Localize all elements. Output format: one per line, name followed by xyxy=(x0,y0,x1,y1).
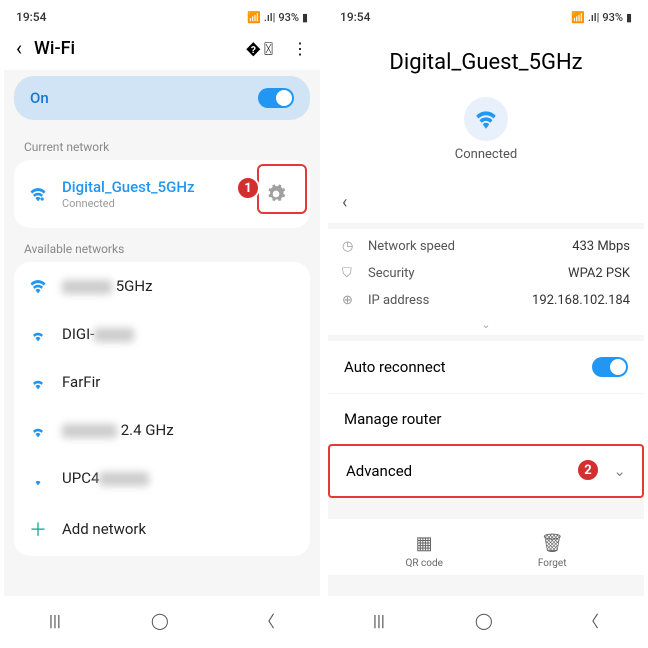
qr-scan-icon[interactable]: �⁠〿 xyxy=(246,38,276,59)
connection-block: Connected xyxy=(328,91,644,182)
current-net-name: Digital_Guest_5GHz xyxy=(62,178,242,196)
status-time: 19:54 xyxy=(16,10,46,24)
wifi-icon xyxy=(28,468,48,488)
speed-icon: ◷ xyxy=(342,239,358,254)
header: ‹ Wi-Fi �⁠〿 ⋮ xyxy=(4,26,320,70)
wifi-toggle-row[interactable]: On xyxy=(14,76,310,120)
auto-reconnect-switch[interactable] xyxy=(592,357,628,377)
status-bar: 19:54 📶 .ıl| 93%▮ xyxy=(328,4,644,26)
back-icon[interactable]: ‹ xyxy=(16,36,22,60)
wifi-icon xyxy=(28,324,48,344)
status-time: 19:54 xyxy=(340,10,370,24)
nav-bar: ||| ◯ 〈 xyxy=(328,596,644,644)
status-right: 📶 .ıl| 93%▮ xyxy=(247,11,308,24)
callout-1: 1 xyxy=(236,176,260,200)
net-row[interactable]: UPC4 xyxy=(14,454,310,502)
manage-router-label: Manage router xyxy=(344,410,442,428)
gear-highlight xyxy=(257,164,307,214)
add-network-row[interactable]: ＋ Add network xyxy=(14,502,310,556)
more-icon[interactable]: ⋮ xyxy=(292,39,308,58)
expand-chevron-icon[interactable]: ⌄ xyxy=(328,316,644,335)
sub-back-icon[interactable]: ‹ xyxy=(328,182,644,223)
status-right: 📶 .ıl| 93%▮ xyxy=(571,11,632,24)
wifi-icon xyxy=(28,372,48,392)
trash-icon: 🗑 xyxy=(541,533,564,554)
connected-label: Connected xyxy=(328,147,644,162)
nav-back-icon[interactable]: 〈 xyxy=(583,608,599,632)
wifi-big-icon xyxy=(464,97,508,141)
nav-recent-icon[interactable]: ||| xyxy=(373,611,385,630)
nav-home-icon[interactable]: ◯ xyxy=(475,611,493,630)
phone-left: 19:54 📶 .ıl| 93%▮ ‹ Wi-Fi �⁠〿 ⋮ On Curre… xyxy=(4,4,320,644)
wifi-switch[interactable] xyxy=(258,88,294,108)
current-network-row[interactable]: Digital_Guest_5GHz Connected 1 xyxy=(14,160,310,228)
nav-home-icon[interactable]: ◯ xyxy=(151,611,169,630)
net-row[interactable]: DIGI- xyxy=(14,310,310,358)
qr-icon: ▦ xyxy=(416,533,433,554)
bottom-actions: ▦QR code 🗑Forget xyxy=(328,519,644,575)
net-row[interactable]: FarFir xyxy=(14,358,310,406)
info-security: ⛉SecurityWPA2 PSK xyxy=(342,260,630,287)
net-row[interactable]: 5GHz xyxy=(14,262,310,310)
section-available: Available networks xyxy=(4,228,320,262)
globe-icon: ⊕ xyxy=(342,293,358,308)
current-net-sub: Connected xyxy=(62,197,242,210)
toggle-label: On xyxy=(30,89,49,107)
forget-button[interactable]: 🗑Forget xyxy=(538,533,567,569)
wifi-icon xyxy=(28,184,48,204)
phone-right: 19:54 📶 .ıl| 93%▮ Digital_Guest_5GHz Con… xyxy=(328,4,644,644)
nav-recent-icon[interactable]: ||| xyxy=(49,611,61,630)
status-bar: 19:54 📶 .ıl| 93%▮ xyxy=(4,4,320,26)
wifi-icon xyxy=(28,276,48,296)
chevron-down-icon: ⌄ xyxy=(613,462,626,480)
auto-reconnect-row[interactable]: Auto reconnect xyxy=(328,341,644,393)
callout-2: 2 xyxy=(576,458,600,482)
detail-title: Digital_Guest_5GHz xyxy=(328,26,644,91)
advanced-row[interactable]: Advanced ⌄ 2 xyxy=(328,444,644,498)
qr-code-button[interactable]: ▦QR code xyxy=(405,533,442,569)
nav-bar: ||| ◯ 〈 xyxy=(4,596,320,644)
info-ip: ⊕IP address192.168.102.184 xyxy=(342,287,630,314)
plus-icon: ＋ xyxy=(28,516,48,542)
auto-reconnect-label: Auto reconnect xyxy=(344,358,446,376)
nav-back-icon[interactable]: 〈 xyxy=(259,608,275,632)
info-speed: ◷Network speed433 Mbps xyxy=(342,233,630,260)
wifi-icon xyxy=(28,420,48,440)
net-row[interactable]: 2.4 GHz xyxy=(14,406,310,454)
shield-icon: ⛉ xyxy=(342,266,358,281)
page-title: Wi-Fi xyxy=(34,38,234,59)
manage-router-row[interactable]: Manage router xyxy=(328,393,644,444)
info-list: ◷Network speed433 Mbps ⛉SecurityWPA2 PSK… xyxy=(328,229,644,316)
section-current: Current network xyxy=(4,126,320,160)
advanced-label: Advanced xyxy=(346,462,412,480)
